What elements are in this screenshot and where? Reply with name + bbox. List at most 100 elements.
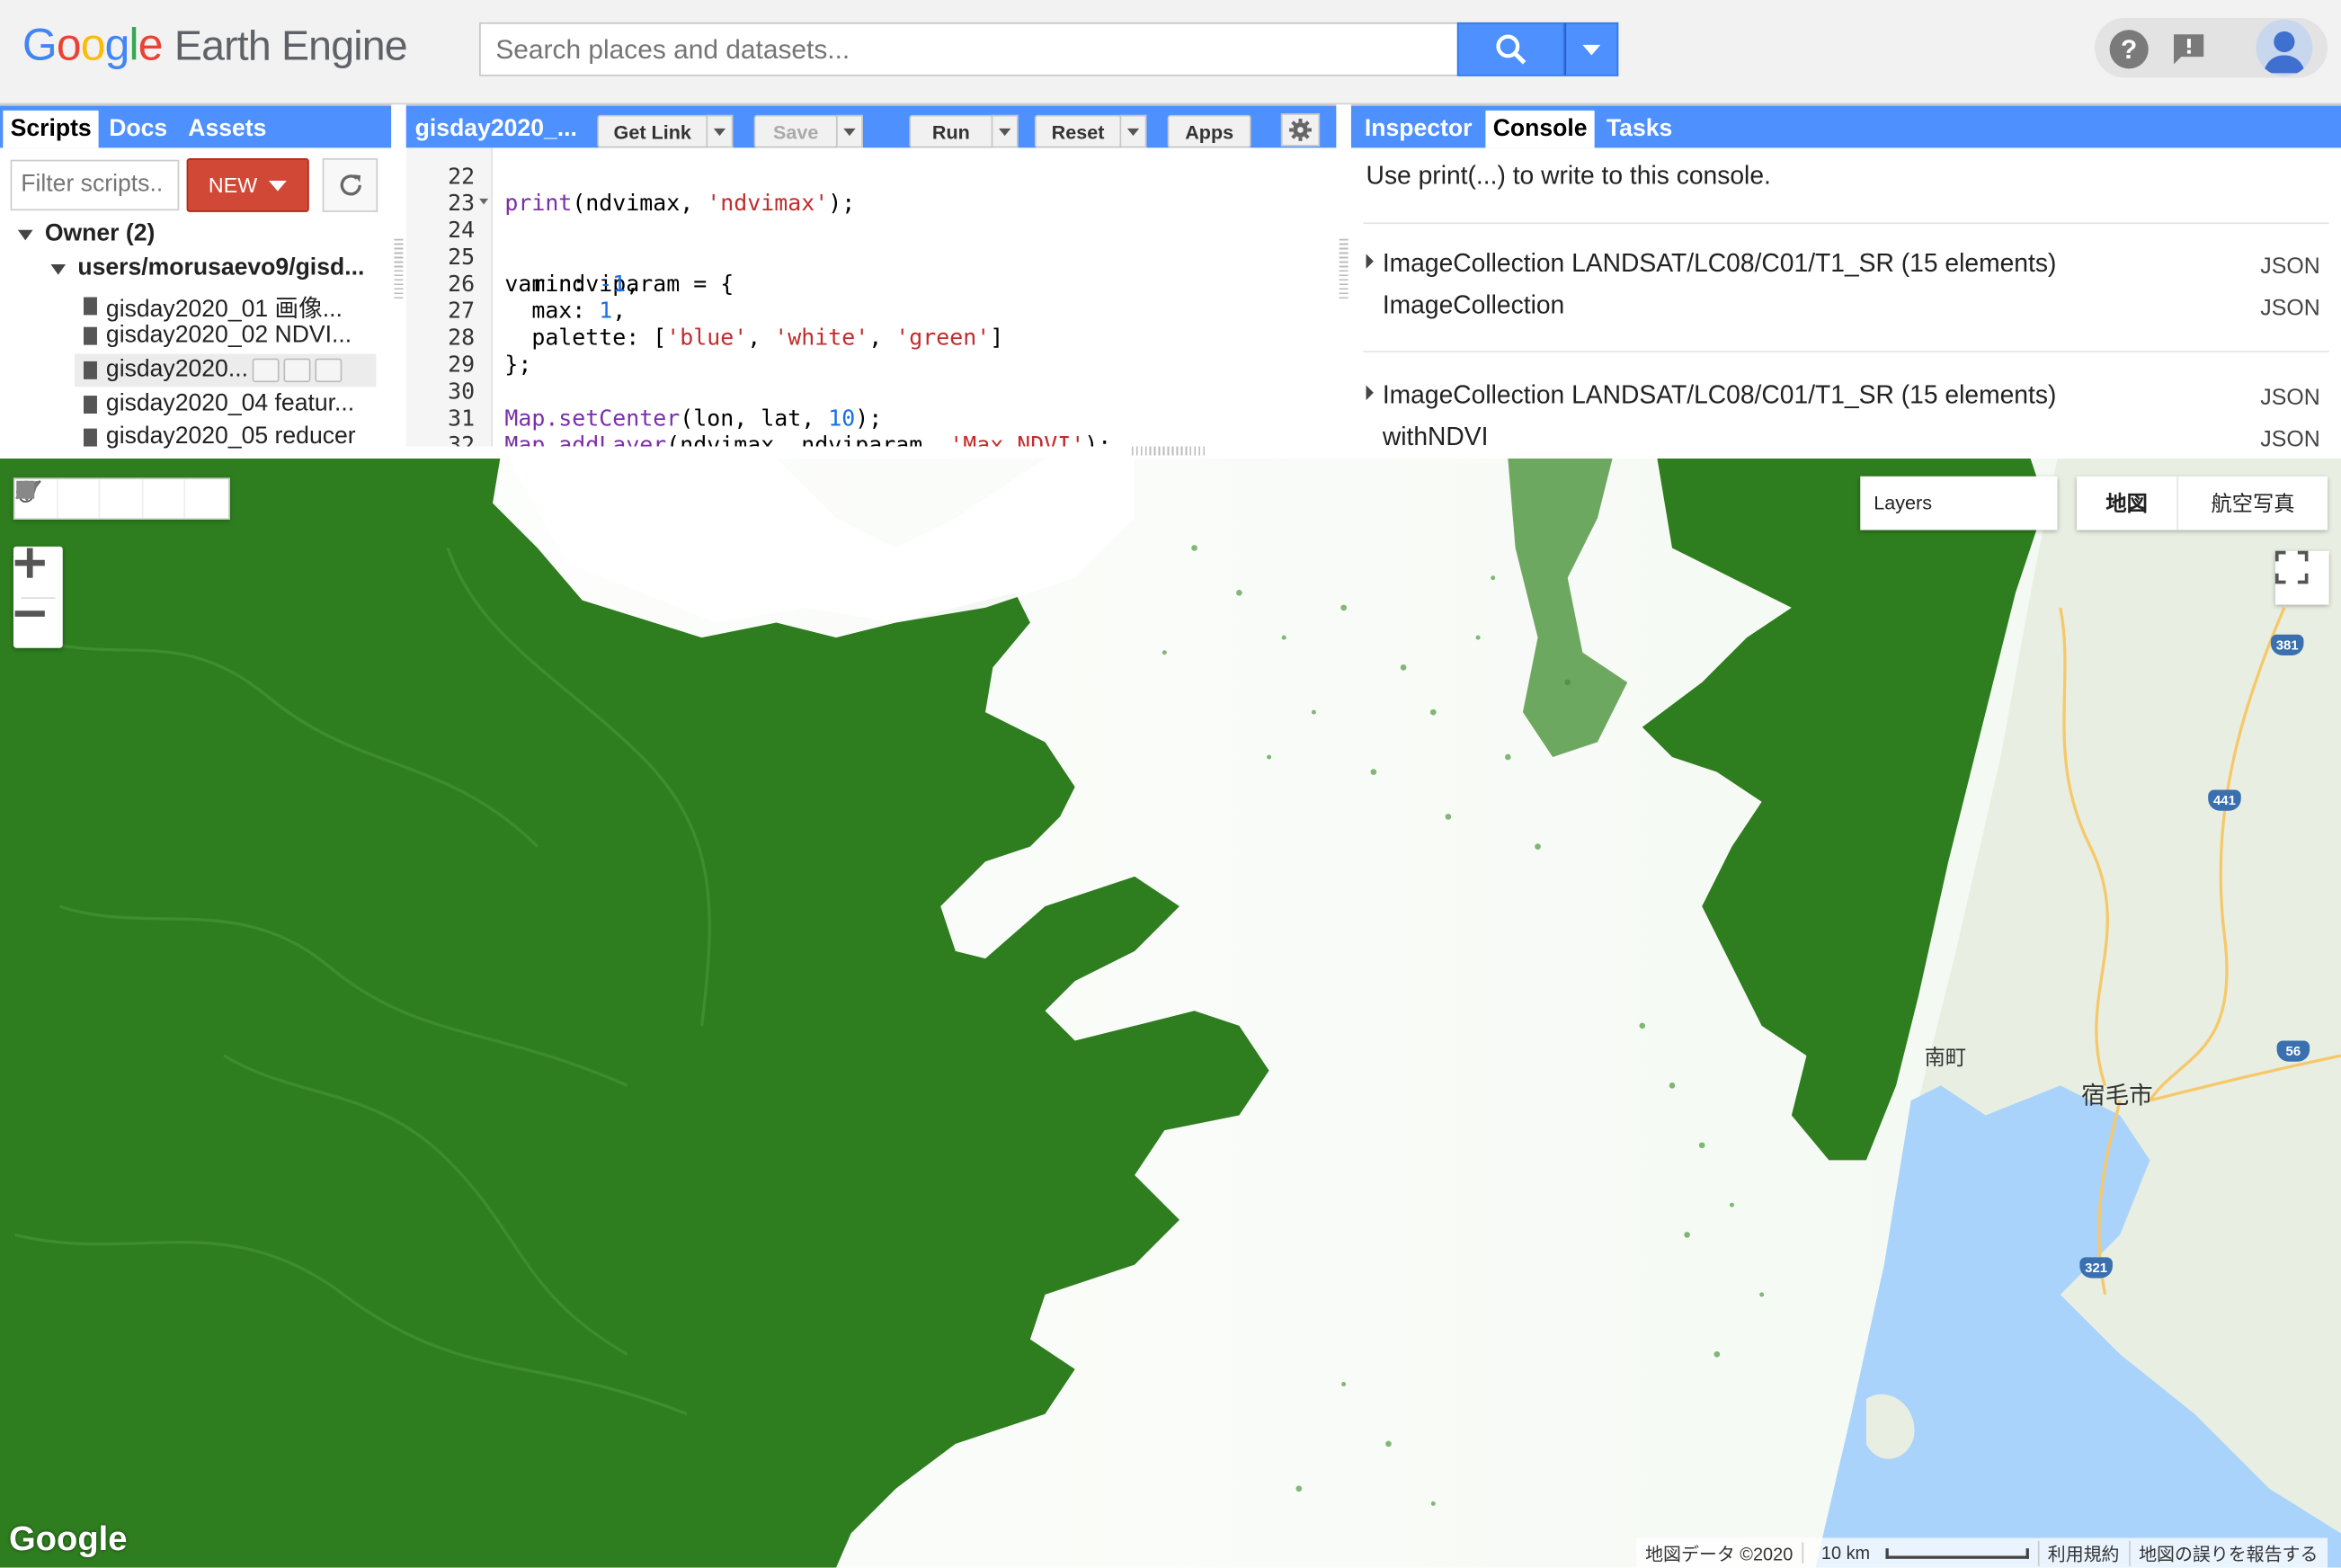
console-item[interactable]: ImageCollection LANDSAT/LC08/C01/T1_SR (… [1366,380,2056,410]
zoom-out-button[interactable] [13,597,63,647]
code-token: 'ndvimax' [707,189,829,217]
fullscreen-icon [2274,550,2309,584]
code-line: 25 min: -1, [406,217,639,298]
tab-tasks[interactable]: Tasks [1599,111,1680,148]
json-link[interactable]: JSON [2260,296,2319,321]
save-button[interactable]: Save [753,114,838,148]
layers-button[interactable]: Layers [1860,476,2058,530]
code-token: ); [855,405,883,432]
chevron-down-icon [843,127,856,136]
code-token: max: [504,297,600,325]
help-icon[interactable]: ? [2109,30,2149,69]
scale-line [1884,1548,2029,1559]
code-editor[interactable]: 22 print(ndvimax, 'ndvimax'); 23 24 var … [405,147,1337,447]
search-input[interactable] [479,22,1459,76]
code-line: 32 [406,405,514,447]
file-icon [83,428,97,447]
search-options-button[interactable] [1564,22,1619,76]
script-file[interactable]: gisday2020_04 featur... [83,391,354,418]
script-file[interactable]: gisday2020_02 NDVI... [83,322,352,350]
history-icon[interactable] [252,358,280,383]
save-dropdown[interactable] [835,114,863,148]
code-token: (ndvimax, ndviparam, [666,431,950,447]
code-token: 'Max NDVI' [949,431,1085,447]
script-file[interactable]: gisday2020_05 reducer [83,424,356,451]
tree-owner[interactable]: Owner (2) [17,220,156,248]
tab-inspector[interactable]: Inspector [1357,111,1480,148]
fold-icon[interactable] [479,198,489,205]
search-button[interactable] [1456,22,1565,76]
get-link-button[interactable]: Get Link [597,114,708,148]
json-link[interactable]: JSON [2260,254,2319,279]
reset-dropdown[interactable] [1119,114,1147,148]
script-file[interactable]: gisday2020_01 画像... [83,289,343,325]
line-icon[interactable] [15,479,144,519]
map-view[interactable]: Layers 地図 航空写真 381 441 56 321 南町 宿毛市 Goo… [0,458,2341,1568]
zoom-in-button[interactable] [13,547,63,597]
get-link-dropdown[interactable] [706,114,734,148]
place-label: 南町 [1924,1045,1967,1070]
account-icon[interactable] [2256,19,2313,76]
scripts-tabbar: Scripts Docs Assets [0,105,392,148]
code-line: 23 [406,163,514,217]
code-token: ); [828,189,856,217]
rectangle-icon[interactable] [16,479,228,518]
rename-icon[interactable] [283,358,311,383]
tab-docs[interactable]: Docs [102,111,175,148]
code-editor-panel: gisday2020_... Get Link Save Run Reset A… [405,104,1337,447]
script-title[interactable]: gisday2020_... [406,111,586,148]
logo-product-name: Earth Engine [174,22,408,69]
json-link[interactable]: JSON [2260,385,2319,410]
tree-repo[interactable]: users/morusaevo9/gisd... [50,255,364,282]
file-icon [83,361,97,379]
feedback-icon[interactable] [2169,30,2208,68]
editor-settings-button[interactable] [1280,113,1321,147]
logo-letter: o [80,21,106,71]
report-error-link[interactable]: 地図の誤りを報告する [2128,1540,2327,1566]
panel-splitter[interactable] [394,238,404,299]
map-type-satellite[interactable]: 航空写真 [2178,477,2328,530]
refresh-button[interactable] [322,158,378,212]
chevron-down-icon [999,127,1011,136]
panel-splitter[interactable] [1339,238,1349,299]
filter-scripts-input[interactable] [10,159,180,211]
tab-scripts[interactable]: Scripts [3,110,100,148]
code-token: , [868,324,896,352]
run-button[interactable]: Run [909,114,993,148]
run-dropdown[interactable] [991,114,1019,148]
top-right-icons: ? [2094,17,2328,78]
json-link[interactable]: JSON [2260,427,2319,452]
map-splitter[interactable] [1131,446,1206,456]
scale-label: 10 km [1820,1542,1871,1564]
code-token: 'blue' [666,324,748,352]
file-icon [83,326,97,345]
new-button-label: NEW [208,173,258,198]
reset-button[interactable]: Reset [1034,114,1122,148]
drawing-tools [13,477,230,520]
owner-label: Owner [44,220,120,247]
chevron-down-icon [269,180,288,191]
script-file-selected[interactable]: gisday2020... [75,353,377,388]
tab-assets[interactable]: Assets [181,111,274,148]
google-watermark: Google [8,1518,128,1558]
script-file-label: gisday2020_02 NDVI... [105,322,352,348]
map-canvas[interactable] [0,458,2341,1568]
terms-link[interactable]: 利用規約 [2037,1540,2128,1566]
console-item[interactable]: ImageCollection LANDSAT/LC08/C01/T1_SR (… [1366,249,2056,279]
code-token: , [612,297,627,325]
code-line: 30 Map.setCenter(lon, lat, 10); [406,351,882,432]
logo-letter: g [104,21,130,71]
owner-count: (2) [125,220,156,247]
code-token: -1 [599,270,627,298]
tab-console[interactable]: Console [1485,110,1595,148]
delete-icon[interactable] [315,358,343,383]
console-panel: Inspector Console Tasks Use print(...) t… [1350,104,2341,452]
console-tabbar: Inspector Console Tasks [1350,105,2341,148]
code-token: , [747,324,775,352]
map-type-map[interactable]: 地図 [2077,476,2178,530]
marker-icon[interactable] [20,479,101,519]
apps-button[interactable]: Apps [1167,114,1251,148]
fullscreen-button[interactable] [2274,550,2329,605]
polygon-icon[interactable] [16,479,186,519]
new-script-button[interactable]: NEW [186,158,309,212]
